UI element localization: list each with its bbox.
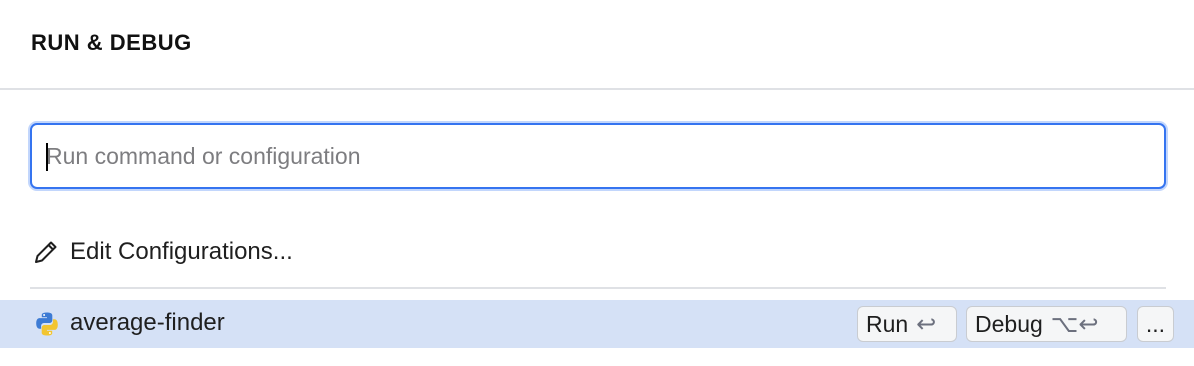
run-button[interactable]: Run ↩ [857,306,957,342]
more-actions-label: ... [1145,310,1166,337]
more-actions-button[interactable]: ... [1137,306,1174,342]
debug-button-label: Debug [975,310,1043,337]
edit-configurations-item[interactable]: Edit Configurations... [30,230,1166,274]
configuration-name: average-finder [70,309,225,336]
panel-header: RUN & DEBUG [0,0,1194,90]
divider [30,287,1166,289]
panel-title: RUN & DEBUG [31,30,192,55]
configuration-row-average-finder[interactable]: average-finder Run ↩ Debug ⌥↩ ... [0,300,1194,348]
edit-configurations-label: Edit Configurations... [70,238,293,265]
pencil-icon [32,238,60,266]
python-icon [34,311,60,337]
run-button-label: Run [866,310,909,337]
debug-button[interactable]: Debug ⌥↩ [966,306,1127,342]
run-shortcut: ↩ [916,310,937,338]
search-input[interactable] [46,125,1146,187]
search-box[interactable] [30,123,1166,189]
text-caret [46,143,48,171]
debug-shortcut: ⌥↩ [1050,310,1099,338]
